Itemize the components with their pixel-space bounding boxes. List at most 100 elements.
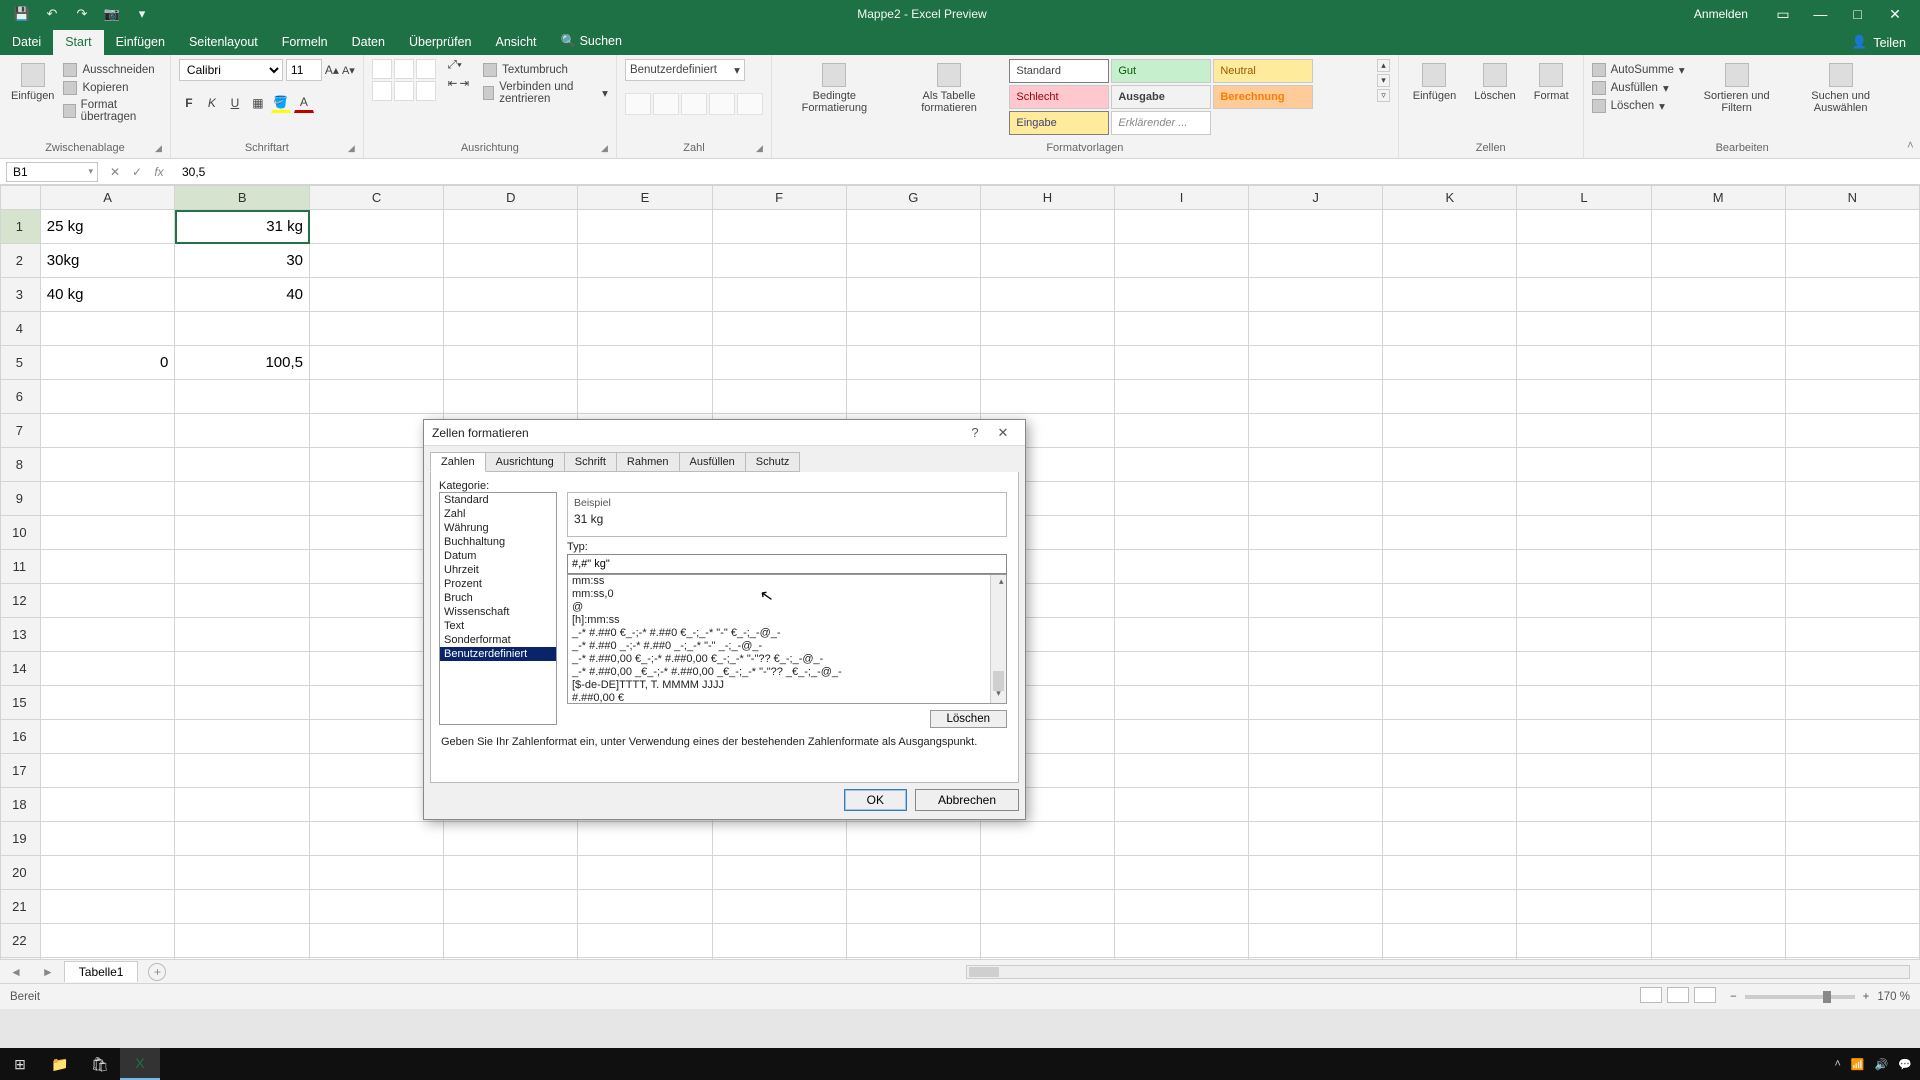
cell[interactable] bbox=[1249, 890, 1383, 924]
format-cells-button[interactable]: Format bbox=[1528, 59, 1575, 106]
cell[interactable] bbox=[1383, 346, 1517, 380]
cell[interactable] bbox=[40, 856, 175, 890]
cell[interactable]: 25 kg bbox=[40, 210, 175, 244]
cell[interactable] bbox=[1249, 856, 1383, 890]
cell[interactable] bbox=[1383, 720, 1517, 754]
cell[interactable]: 0 bbox=[40, 346, 175, 380]
cell[interactable] bbox=[444, 924, 578, 958]
cell[interactable] bbox=[712, 312, 846, 346]
cell[interactable] bbox=[175, 550, 310, 584]
cell[interactable] bbox=[1249, 346, 1383, 380]
select-all[interactable] bbox=[1, 186, 41, 210]
ribbon-display-icon[interactable]: ▭ bbox=[1766, 6, 1800, 23]
cell[interactable] bbox=[1383, 924, 1517, 958]
cell[interactable]: 30kg bbox=[40, 244, 175, 278]
cell[interactable] bbox=[1785, 482, 1919, 516]
cell[interactable] bbox=[1115, 720, 1249, 754]
cell[interactable] bbox=[444, 380, 578, 414]
cell[interactable] bbox=[1785, 788, 1919, 822]
cell[interactable] bbox=[40, 414, 175, 448]
font-color-button[interactable]: A bbox=[294, 93, 314, 113]
cell[interactable] bbox=[1517, 278, 1651, 312]
cell[interactable] bbox=[40, 550, 175, 584]
cell[interactable] bbox=[1651, 686, 1785, 720]
cell[interactable] bbox=[1383, 516, 1517, 550]
cell[interactable] bbox=[1115, 754, 1249, 788]
cell[interactable] bbox=[175, 312, 310, 346]
cell[interactable] bbox=[1651, 584, 1785, 618]
format-item[interactable]: mm:ss,0 bbox=[568, 588, 1006, 601]
cell[interactable] bbox=[578, 346, 712, 380]
cell[interactable] bbox=[846, 346, 980, 380]
cell[interactable] bbox=[712, 822, 846, 856]
search-box[interactable]: 🔍 Suchen bbox=[549, 29, 634, 55]
copy-button[interactable]: Kopieren bbox=[63, 81, 161, 95]
cell[interactable] bbox=[1517, 924, 1651, 958]
cell[interactable] bbox=[1517, 584, 1651, 618]
format-item[interactable]: _-* #.##0 €_-;-* #.##0 €_-;_-* "-" €_-;_… bbox=[568, 627, 1006, 640]
cell[interactable] bbox=[1785, 822, 1919, 856]
font-size-input[interactable] bbox=[286, 59, 322, 81]
cell[interactable] bbox=[175, 924, 310, 958]
view-pagelayout-icon[interactable] bbox=[1667, 987, 1689, 1003]
cell[interactable] bbox=[980, 890, 1114, 924]
cell[interactable] bbox=[40, 754, 175, 788]
cell[interactable] bbox=[1383, 686, 1517, 720]
cell[interactable] bbox=[1517, 346, 1651, 380]
cell[interactable] bbox=[1383, 550, 1517, 584]
cell[interactable] bbox=[175, 414, 310, 448]
cell[interactable] bbox=[1785, 414, 1919, 448]
cell[interactable] bbox=[1115, 652, 1249, 686]
col-header[interactable]: N bbox=[1785, 186, 1919, 210]
cell[interactable] bbox=[980, 244, 1114, 278]
cell[interactable] bbox=[1517, 516, 1651, 550]
cell[interactable] bbox=[1249, 652, 1383, 686]
camera-icon[interactable]: 📷 bbox=[104, 6, 120, 22]
cell[interactable] bbox=[1651, 618, 1785, 652]
cell[interactable] bbox=[1651, 210, 1785, 244]
cell[interactable] bbox=[1785, 210, 1919, 244]
cell[interactable] bbox=[846, 890, 980, 924]
cell[interactable] bbox=[310, 822, 444, 856]
cell[interactable] bbox=[1249, 618, 1383, 652]
collapse-ribbon-icon[interactable]: ˄ bbox=[1901, 55, 1920, 158]
cell[interactable]: 30 bbox=[175, 244, 310, 278]
category-item[interactable]: Text bbox=[440, 619, 556, 633]
cell[interactable] bbox=[1785, 244, 1919, 278]
style-ausgabe[interactable]: Ausgabe bbox=[1111, 85, 1211, 109]
zoom-slider[interactable] bbox=[1745, 995, 1855, 999]
cell[interactable] bbox=[175, 754, 310, 788]
cell[interactable] bbox=[1785, 720, 1919, 754]
cell[interactable] bbox=[980, 822, 1114, 856]
find-select-button[interactable]: Suchen und Auswählen bbox=[1789, 59, 1893, 118]
dialog-help-icon[interactable]: ? bbox=[961, 425, 989, 440]
cell[interactable] bbox=[712, 346, 846, 380]
cell[interactable] bbox=[1383, 890, 1517, 924]
cell[interactable] bbox=[444, 278, 578, 312]
cell[interactable] bbox=[1383, 380, 1517, 414]
style-explanatory[interactable]: Erklärender ... bbox=[1111, 111, 1211, 135]
cell[interactable] bbox=[40, 652, 175, 686]
cell[interactable] bbox=[1249, 720, 1383, 754]
cell[interactable] bbox=[1249, 686, 1383, 720]
cell[interactable] bbox=[444, 822, 578, 856]
cell[interactable] bbox=[1651, 754, 1785, 788]
cell[interactable] bbox=[1383, 584, 1517, 618]
cell[interactable] bbox=[1651, 890, 1785, 924]
cell[interactable] bbox=[40, 482, 175, 516]
cell[interactable] bbox=[40, 448, 175, 482]
col-header[interactable]: L bbox=[1517, 186, 1651, 210]
cell[interactable]: 40 kg bbox=[40, 278, 175, 312]
row-header[interactable]: 20 bbox=[1, 856, 41, 890]
cell[interactable] bbox=[1651, 244, 1785, 278]
style-neutral[interactable]: Neutral bbox=[1213, 59, 1313, 83]
row-header[interactable]: 17 bbox=[1, 754, 41, 788]
tray-network-icon[interactable]: 📶 bbox=[1851, 1058, 1865, 1071]
format-as-table-button[interactable]: Als Tabelle formatieren bbox=[895, 59, 1004, 118]
increase-decimal-icon[interactable] bbox=[709, 93, 735, 115]
cell[interactable] bbox=[1249, 414, 1383, 448]
format-painter-button[interactable]: Format übertragen bbox=[63, 99, 161, 123]
cell[interactable] bbox=[1249, 278, 1383, 312]
cell[interactable] bbox=[175, 652, 310, 686]
category-item[interactable]: Zahl bbox=[440, 507, 556, 521]
